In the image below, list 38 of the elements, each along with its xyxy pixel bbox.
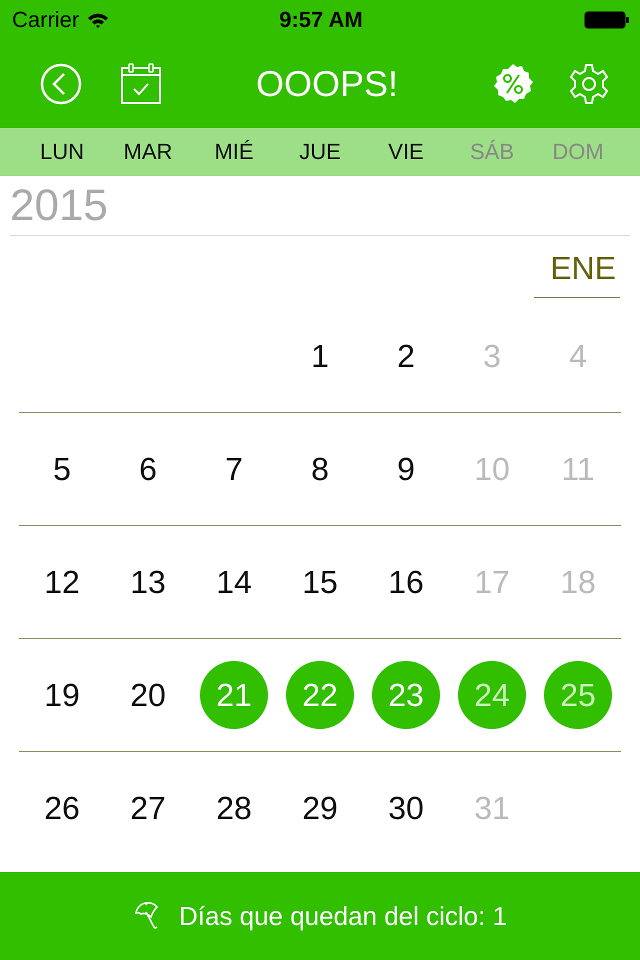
battery-icon <box>584 10 630 30</box>
back-button[interactable] <box>40 63 82 105</box>
day-number[interactable]: 26 <box>28 774 96 842</box>
day-number[interactable]: 6 <box>114 435 182 503</box>
settings-button[interactable] <box>568 63 610 105</box>
weekday-label: JUE <box>299 139 341 165</box>
day-number[interactable]: 30 <box>372 774 440 842</box>
weekday-label: MAR <box>124 139 172 165</box>
day-number[interactable]: 12 <box>28 548 96 616</box>
cycle-days-text: Días que quedan del ciclo: 1 <box>178 900 508 932</box>
carrier-name: Carrier <box>12 7 80 33</box>
weekday-label: MIÉ <box>214 139 254 165</box>
weekday-label: SÁB <box>470 139 514 165</box>
discount-button[interactable] <box>492 63 534 105</box>
day-number[interactable]: 20 <box>114 661 182 729</box>
day-number[interactable]: 8 <box>286 435 354 503</box>
day-number[interactable]: 29 <box>286 774 354 842</box>
day-number[interactable]: 28 <box>200 774 268 842</box>
day-number[interactable]: 9 <box>372 435 440 503</box>
year-label: 2015 <box>10 180 108 230</box>
day-number[interactable]: 2 <box>372 322 440 390</box>
day-number[interactable]: 7 <box>200 435 268 503</box>
day-number[interactable]: 1 <box>286 322 354 390</box>
day-number[interactable]: 16 <box>372 548 440 616</box>
app-title: OOOPS! <box>254 63 400 105</box>
calendar-button[interactable] <box>120 63 162 105</box>
weekday-label: VIE <box>388 139 424 165</box>
clock-time: 9:57 AM <box>279 7 363 33</box>
day-number[interactable]: 15 <box>286 548 354 616</box>
weekday-label: DOM <box>552 139 604 165</box>
day-number[interactable]: 19 <box>28 661 96 729</box>
day-number[interactable]: 5 <box>28 435 96 503</box>
weekday-label: LUN <box>40 139 84 165</box>
wifi-icon <box>87 12 110 28</box>
day-number[interactable]: 27 <box>114 774 182 842</box>
day-number[interactable]: 14 <box>200 548 268 616</box>
month-label: ENE <box>534 236 620 298</box>
day-number[interactable]: 13 <box>114 548 182 616</box>
